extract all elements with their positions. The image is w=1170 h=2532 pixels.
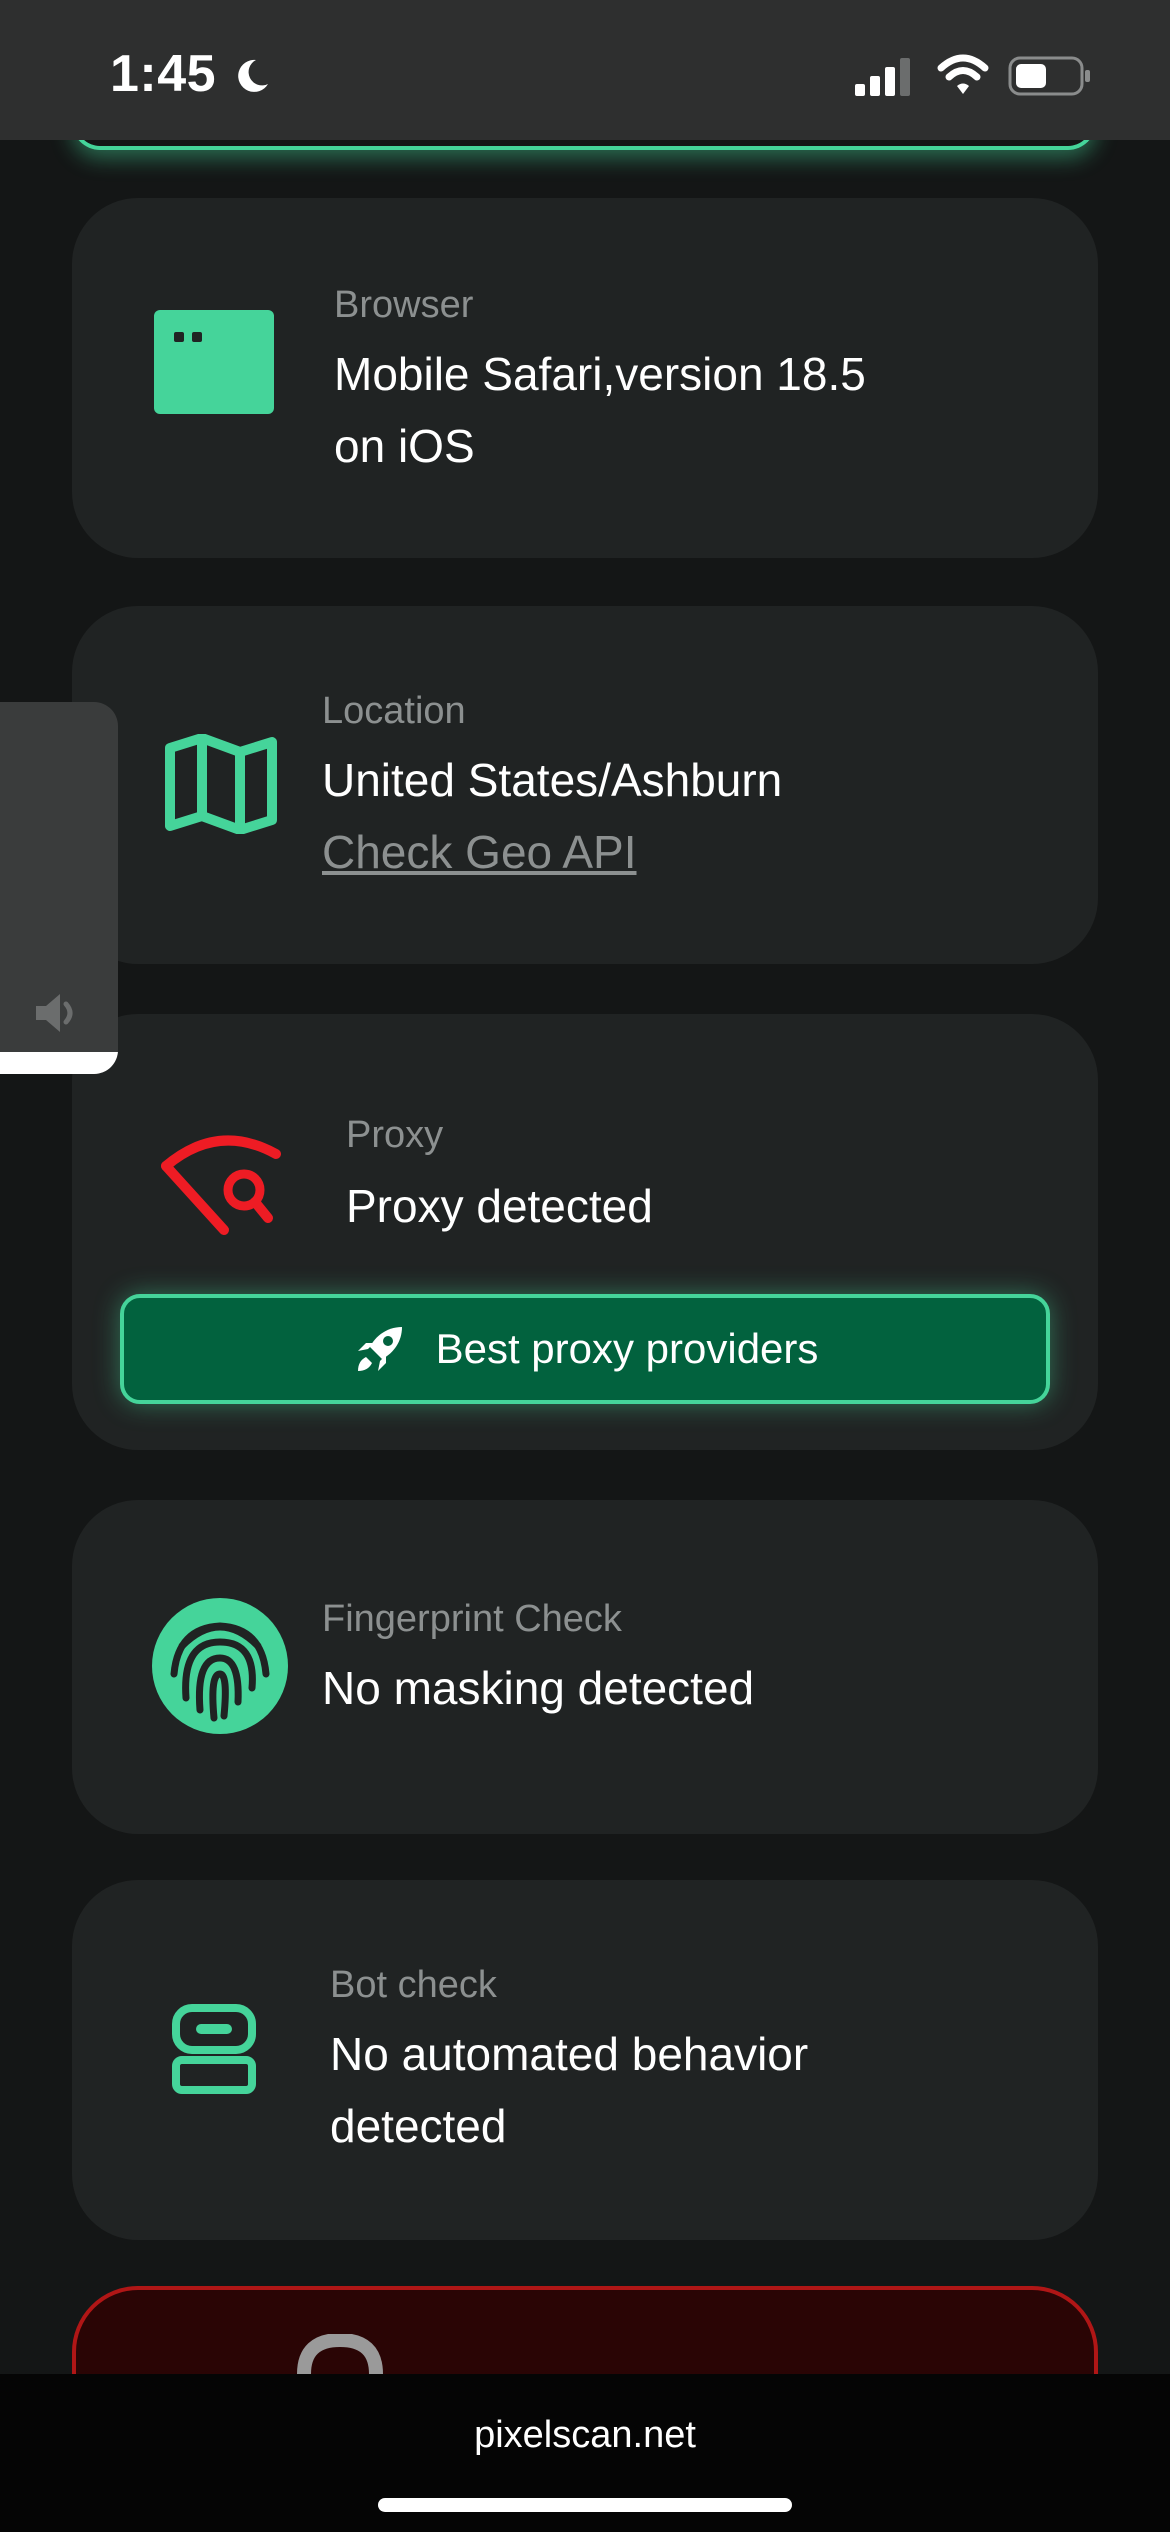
browser-card: Browser Mobile Safari,version 18.5 on iO… [72,198,1098,558]
status-time: 1:45 [110,45,217,103]
best-proxy-providers-label: Best proxy providers [435,1325,819,1372]
speaker-icon [36,994,73,1032]
signal-icon [855,58,910,96]
browser-label: Browser [334,284,474,326]
url-address[interactable]: pixelscan.net [0,2414,1170,2457]
fingerprint-label: Fingerprint Check [322,1598,622,1640]
check-geo-api-link[interactable]: Check Geo API [322,816,637,888]
page: 1:45 Browser Mobile Safari,version 18.5 … [0,0,1170,2532]
rocket-icon [357,1327,402,1371]
best-proxy-providers-button[interactable]: Best proxy providers [120,1294,1050,1404]
location-card: Location United States/Ashburn Check Geo… [72,606,1098,964]
bot-check-label: Bot check [330,1964,497,2006]
home-indicator[interactable] [378,2498,792,2512]
fingerprint-card: Fingerprint Check No masking detected [72,1500,1098,1834]
wifi-icon [937,54,989,94]
eye-slash-search-icon [161,1135,281,1235]
browser-window-icon [154,310,274,414]
proxy-card: Proxy Proxy detected Best proxy provider… [72,1014,1098,1450]
bot-check-card: Bot check No automated behavior detected [72,1880,1098,2240]
browser-value-line1: Mobile Safari,version 18.5 [334,348,866,400]
browser-bottom-bar: pixelscan.net [0,2374,1170,2532]
bot-check-value-line2: detected [330,2100,507,2152]
bot-check-value-line1: No automated behavior [330,2028,809,2080]
robot-icon [172,2004,256,2094]
volume-level-fill [0,1052,118,1074]
battery-icon [1008,56,1090,96]
moon-icon [238,59,268,92]
map-icon [165,734,277,834]
browser-value-line2: on iOS [334,420,475,472]
location-value: United States/Ashburn [322,754,783,806]
proxy-label: Proxy [346,1114,444,1156]
status-bar: 1:45 [0,0,1170,140]
fingerprint-icon [152,1598,288,1734]
fingerprint-value: No masking detected [322,1662,755,1714]
volume-hud [0,702,118,1074]
proxy-value: Proxy detected [346,1180,653,1232]
location-label: Location [322,690,466,732]
